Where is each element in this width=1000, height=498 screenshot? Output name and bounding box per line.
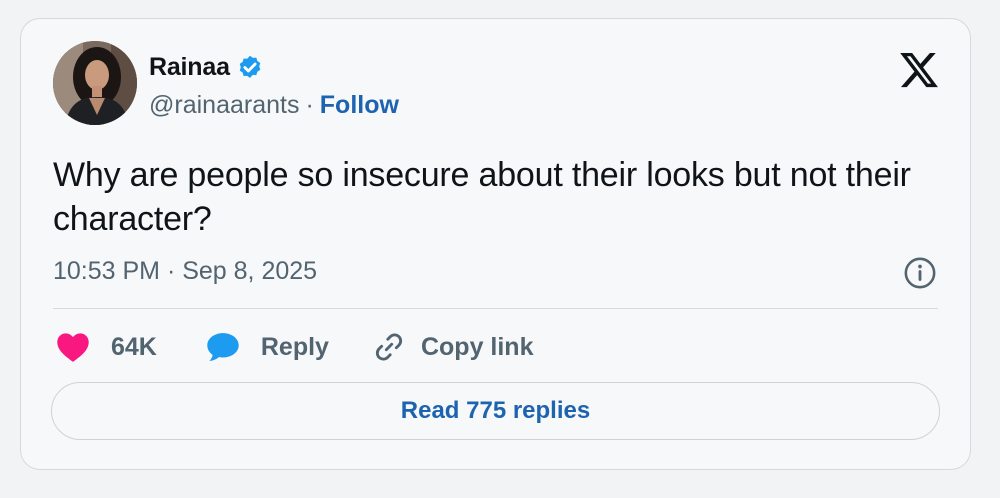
avatar[interactable] [53, 41, 137, 125]
divider [53, 308, 938, 309]
handle-separator: · [305, 91, 314, 119]
reply-button[interactable]: Reply [205, 331, 329, 363]
read-replies-button[interactable]: Read 775 replies [51, 382, 940, 440]
avatar-photo [53, 41, 137, 125]
like-button[interactable]: 64K [55, 331, 157, 363]
follow-link[interactable]: Follow [320, 91, 399, 120]
action-bar: 64K Reply Copy link [55, 327, 533, 367]
author-handle-row: @rainaarants · Follow [149, 91, 399, 120]
tweet-embed-card: Rainaa @rainaarants · Follow Why are peo… [20, 18, 971, 470]
author-handle[interactable]: @rainaarants [149, 91, 299, 120]
tweet-timestamp[interactable]: 10:53 PM · Sep 8, 2025 [53, 257, 317, 286]
author-name-row: Rainaa [149, 53, 264, 82]
verified-badge-icon [239, 55, 261, 78]
heart-icon [57, 333, 89, 362]
reply-label: Reply [260, 332, 329, 361]
like-count: 64K [111, 332, 157, 361]
tweet-text: Why are people so insecure about their l… [53, 156, 911, 238]
speech-bubble-icon [207, 333, 239, 361]
link-icon [375, 333, 402, 361]
x-logo-icon[interactable] [898, 49, 940, 91]
author-name[interactable]: Rainaa [149, 53, 230, 82]
copy-link-button[interactable]: Copy link [371, 329, 534, 365]
copy-link-label: Copy link [420, 332, 534, 361]
info-icon[interactable] [903, 256, 937, 290]
